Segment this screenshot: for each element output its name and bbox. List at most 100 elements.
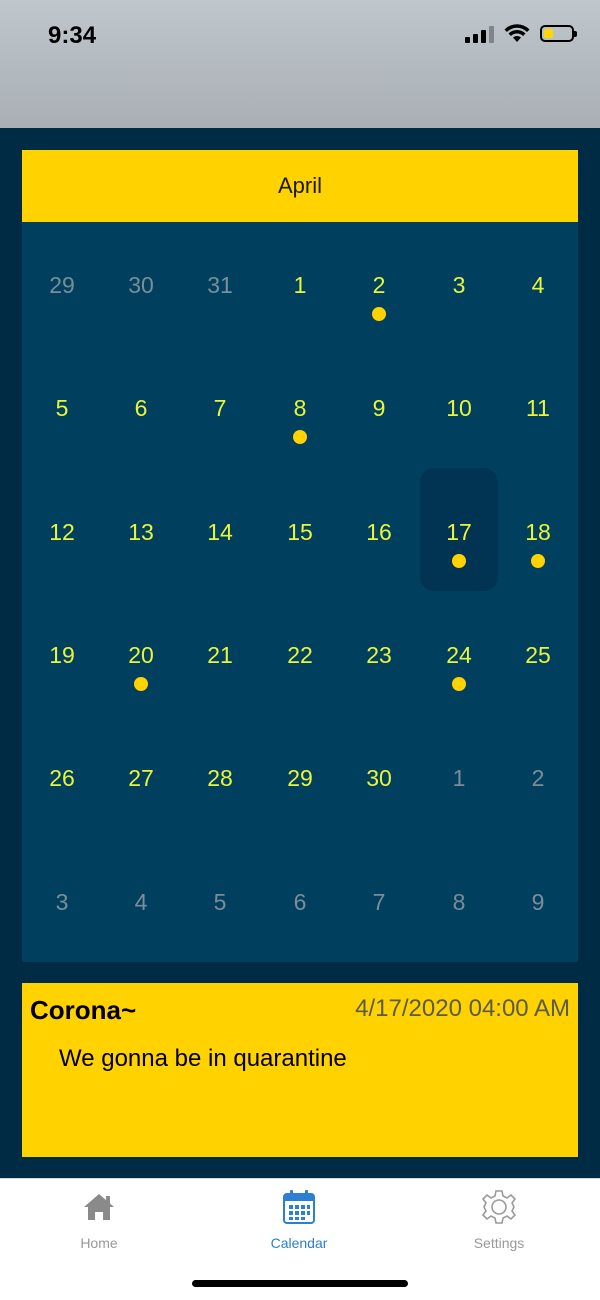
calendar-day[interactable]: 15 (260, 469, 340, 592)
calendar-day[interactable]: 5 (180, 839, 260, 962)
calendar-day-number: 2 (372, 272, 386, 298)
calendar-day[interactable]: 31 (180, 222, 260, 345)
calendar-day[interactable]: 11 (498, 345, 578, 468)
home-icon (84, 1194, 114, 1220)
tab-settings[interactable]: Settings (439, 1189, 559, 1251)
calendar-day[interactable]: 23 (339, 592, 419, 715)
calendar-day-number: 20 (128, 642, 154, 668)
calendar-day[interactable]: 9 (498, 839, 578, 962)
event-dot-indicator (531, 554, 545, 568)
calendar-day-number: 5 (213, 889, 227, 915)
calendar-day-number: 3 (55, 889, 69, 915)
calendar-day-number: 12 (49, 519, 75, 545)
calendar-day-number: 30 (366, 765, 392, 791)
tab-home[interactable]: Home (39, 1189, 159, 1251)
calendar-day[interactable]: 24 (419, 592, 499, 715)
calendar-day-number: 7 (372, 889, 386, 915)
calendar-day-number: 28 (207, 765, 233, 791)
calendar-day-number: 25 (525, 642, 551, 668)
calendar-day-number: 30 (128, 272, 154, 298)
calendar-day[interactable]: 3 (419, 222, 499, 345)
calendar-day-number: 22 (287, 642, 313, 668)
calendar-day-number: 1 (293, 272, 307, 298)
calendar-day[interactable]: 21 (180, 592, 260, 715)
calendar-day-number: 9 (531, 889, 545, 915)
calendar-day[interactable]: 25 (498, 592, 578, 715)
calendar-day[interactable]: 1 (260, 222, 340, 345)
calendar-day[interactable]: 2 (498, 715, 578, 838)
calendar-day[interactable]: 16 (339, 469, 419, 592)
calendar-day[interactable]: 4 (498, 222, 578, 345)
calendar-day-number: 29 (49, 272, 75, 298)
calendar-day[interactable]: 17 (419, 469, 499, 592)
calendar-day[interactable]: 7 (339, 839, 419, 962)
calendar-day-number: 13 (128, 519, 154, 545)
calendar-day-number: 21 (207, 642, 233, 668)
event-description: We gonna be in quarantine (59, 1045, 347, 1072)
calendar-day[interactable]: 30 (101, 222, 181, 345)
calendar-day[interactable]: 6 (260, 839, 340, 962)
calendar-day[interactable]: 29 (22, 222, 102, 345)
calendar-day-number: 31 (207, 272, 233, 298)
calendar-day-number: 2 (531, 765, 545, 791)
event-dot-indicator (134, 677, 148, 691)
calendar-day-number: 3 (452, 272, 466, 298)
calendar-day-number: 9 (372, 395, 386, 421)
calendar-day-number: 4 (134, 889, 148, 915)
month-header: April (22, 150, 578, 222)
calendar-day[interactable]: 1 (419, 715, 499, 838)
calendar-day[interactable]: 6 (101, 345, 181, 468)
calendar-day[interactable]: 7 (180, 345, 260, 468)
calendar-day-number: 4 (531, 272, 545, 298)
calendar-day-number: 10 (446, 395, 472, 421)
calendar-icon (283, 1190, 315, 1224)
calendar-day[interactable]: 8 (260, 345, 340, 468)
calendar-grid: 29 30 31 1 2 3 4 5 6 7 8 9 10 11 12 13 14 15 16 17 18 19 20 21 2… (22, 222, 578, 962)
status-icons (465, 24, 577, 43)
calendar-day-number: 11 (526, 395, 550, 421)
event-dot-indicator (452, 677, 466, 691)
calendar-day-number: 1 (452, 765, 466, 791)
calendar-day[interactable]: 12 (22, 469, 102, 592)
calendar-day[interactable]: 26 (22, 715, 102, 838)
calendar-day-number: 24 (446, 642, 472, 668)
calendar-day-number: 29 (287, 765, 313, 791)
event-datetime: 4/17/2020 04:00 AM (355, 995, 570, 1022)
calendar-day[interactable]: 19 (22, 592, 102, 715)
calendar-day[interactable]: 22 (260, 592, 340, 715)
calendar-day[interactable]: 3 (22, 839, 102, 962)
calendar-day[interactable]: 4 (101, 839, 181, 962)
calendar-day-number: 17 (446, 519, 472, 545)
calendar-day[interactable]: 28 (180, 715, 260, 838)
calendar-day[interactable]: 10 (419, 345, 499, 468)
calendar-day[interactable]: 5 (22, 345, 102, 468)
calendar-day-number: 8 (452, 889, 466, 915)
calendar-day[interactable]: 29 (260, 715, 340, 838)
calendar-day[interactable]: 13 (101, 469, 181, 592)
status-bar: 9:34 (0, 0, 600, 128)
calendar-day[interactable]: 27 (101, 715, 181, 838)
calendar-day[interactable]: 30 (339, 715, 419, 838)
battery-low-icon (540, 25, 577, 42)
event-card[interactable]: Corona~ 4/17/2020 04:00 AM We gonna be i… (22, 983, 578, 1157)
calendar-day-number: 14 (207, 519, 233, 545)
tab-calendar[interactable]: Calendar (239, 1189, 359, 1251)
calendar-day[interactable]: 20 (101, 592, 181, 715)
calendar-day[interactable]: 9 (339, 345, 419, 468)
event-title: Corona~ (30, 995, 137, 1025)
event-dot-indicator (452, 554, 466, 568)
calendar-day[interactable]: 8 (419, 839, 499, 962)
tab-home-label: Home (80, 1235, 118, 1251)
home-indicator[interactable] (192, 1280, 408, 1287)
calendar-day[interactable]: 14 (180, 469, 260, 592)
month-title: April (277, 173, 322, 198)
calendar-day[interactable]: 18 (498, 469, 578, 592)
gear-icon (481, 1190, 517, 1224)
calendar-day[interactable]: 2 (339, 222, 419, 345)
calendar-day-number: 8 (293, 395, 307, 421)
calendar-day-number: 16 (366, 519, 392, 545)
event-dot-indicator (293, 430, 307, 444)
cellular-signal-icon (465, 25, 494, 43)
status-time: 9:34 (48, 22, 97, 49)
calendar-day-number: 6 (134, 395, 148, 421)
